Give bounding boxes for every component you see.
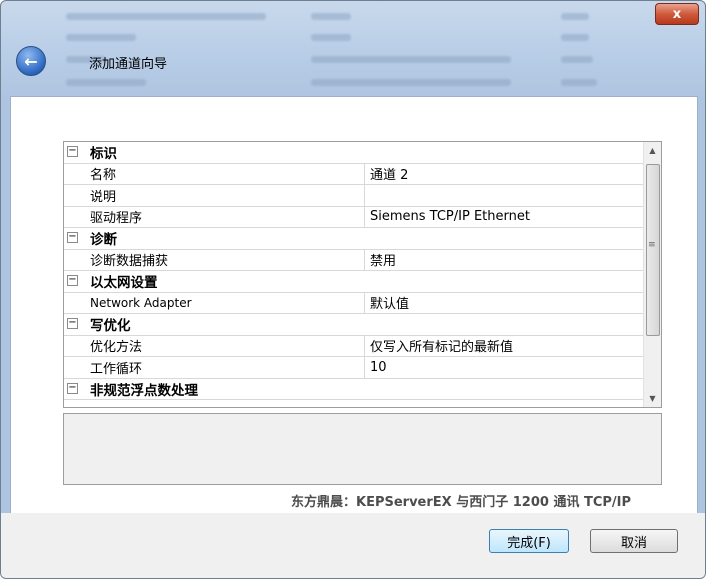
- property-name: 工作循环: [90, 361, 143, 377]
- property-name: 驱动程序: [90, 211, 143, 227]
- column-divider: [364, 163, 365, 184]
- category-label: 写优化: [90, 318, 131, 335]
- property-name: 说明: [90, 189, 117, 205]
- grid-property-row[interactable]: 驱动程序 Siemens TCP/IP Ethernet: [64, 206, 643, 228]
- grid-category-row[interactable]: − 写优化: [64, 314, 643, 336]
- column-divider: [364, 206, 365, 227]
- column-divider: [364, 185, 365, 206]
- scroll-grip-icon: ≡: [648, 240, 656, 250]
- vertical-scrollbar[interactable]: ▲ ≡ ▼: [643, 142, 661, 407]
- column-divider: [364, 292, 365, 313]
- cancel-button[interactable]: 取消: [590, 529, 678, 553]
- property-grid[interactable]: − 标识名称 通道 2 说明驱动程序 Siemens TCP/IP Ethernet − 诊…: [63, 141, 662, 408]
- grid-category-row[interactable]: − 以太网设置: [64, 271, 643, 293]
- back-button[interactable]: ←: [16, 46, 46, 76]
- close-icon: x: [672, 6, 682, 22]
- grid-category-row[interactable]: − 诊断: [64, 228, 643, 250]
- column-divider: [364, 357, 365, 378]
- property-value[interactable]: Siemens TCP/IP Ethernet: [370, 209, 530, 224]
- collapse-toggle-icon[interactable]: −: [67, 382, 78, 394]
- scroll-down-arrow-icon[interactable]: ▼: [644, 390, 661, 407]
- grid-property-row[interactable]: 诊断数据捕获 禁用: [64, 249, 643, 271]
- scroll-up-arrow-icon[interactable]: ▲: [644, 142, 661, 159]
- grid-category-row[interactable]: − 标识: [64, 142, 643, 164]
- property-value[interactable]: 10: [370, 360, 387, 375]
- wizard-window: x ← 添加通道向导 − 标识名称 通道 2 说明驱动程序 Siemens TCP/IP…: [0, 0, 706, 579]
- collapse-toggle-icon[interactable]: −: [67, 275, 78, 286]
- category-label: 标识: [90, 146, 117, 163]
- grid-property-row[interactable]: 说明: [64, 185, 643, 207]
- finish-button[interactable]: 完成(F): [489, 529, 569, 553]
- property-grid-rows: − 标识名称 通道 2 说明驱动程序 Siemens TCP/IP Ethernet − 诊…: [64, 142, 643, 400]
- collapse-toggle-icon[interactable]: −: [67, 318, 78, 329]
- property-value[interactable]: 仅写入所有标记的最新值: [370, 336, 513, 355]
- property-value[interactable]: 通道 2: [370, 164, 408, 183]
- property-value[interactable]: 禁用: [370, 250, 396, 269]
- collapse-toggle-icon[interactable]: −: [67, 146, 78, 157]
- property-description-panel: [63, 413, 662, 485]
- wizard-content: − 标识名称 通道 2 说明驱动程序 Siemens TCP/IP Ethernet − 诊…: [10, 96, 698, 514]
- column-divider: [364, 335, 365, 356]
- column-divider: [364, 249, 365, 270]
- close-button[interactable]: x: [655, 3, 699, 25]
- collapse-toggle-icon[interactable]: −: [67, 232, 78, 243]
- wizard-footer: 完成(F) 取消: [1, 513, 705, 578]
- property-name: Network Adapter: [90, 295, 192, 310]
- grid-category-row[interactable]: − 非规范浮点数处理: [64, 379, 643, 400]
- watermark-caption: 东方鼎晨：KEPServerEX 与西门子 1200 通讯 TCP/IP: [287, 490, 636, 511]
- scroll-thumb[interactable]: [646, 164, 660, 336]
- property-value[interactable]: 默认值: [370, 293, 409, 312]
- wizard-title: 添加通道向导: [89, 57, 168, 72]
- property-name: 诊断数据捕获: [90, 254, 169, 270]
- category-label: 诊断: [90, 232, 117, 249]
- back-arrow-icon: ←: [24, 51, 38, 71]
- property-name: 名称: [90, 168, 117, 184]
- property-name: 优化方法: [90, 340, 143, 356]
- category-label: 以太网设置: [90, 275, 158, 292]
- grid-property-row[interactable]: 工作循环 10: [64, 357, 643, 379]
- grid-property-row[interactable]: 优化方法 仅写入所有标记的最新值: [64, 335, 643, 357]
- grid-property-row[interactable]: Network Adapter 默认值: [64, 292, 643, 314]
- grid-property-row[interactable]: 名称 通道 2: [64, 163, 643, 185]
- category-label: 非规范浮点数处理: [90, 382, 198, 399]
- background-blurred-list: [61, 1, 621, 96]
